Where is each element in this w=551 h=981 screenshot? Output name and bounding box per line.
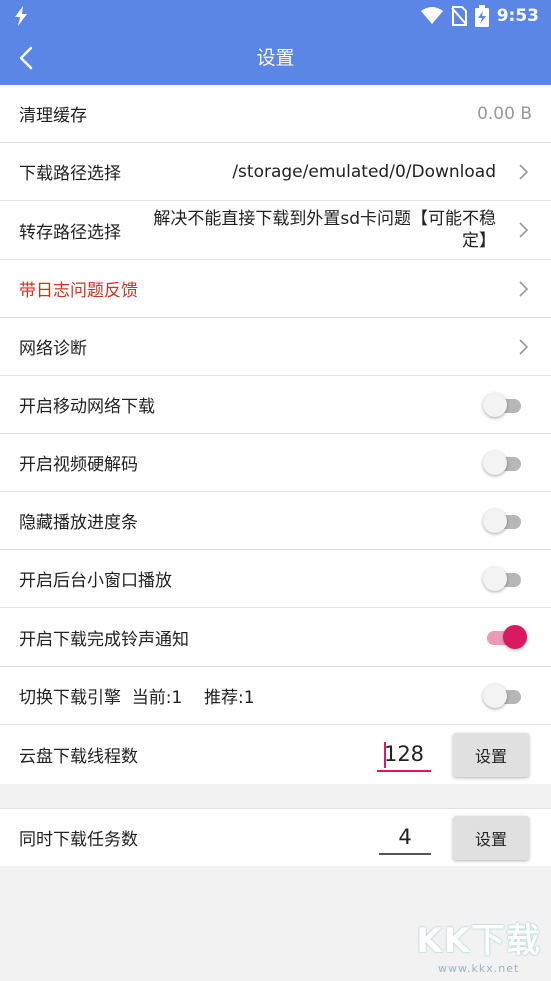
hide-progress-label: 隐藏播放进度条 (19, 513, 138, 533)
toolbar: 设置 (0, 32, 551, 85)
hw-decode-toggle[interactable] (483, 450, 527, 476)
clear-cache-label: 清理缓存 (19, 106, 87, 126)
row-hide-progress: 隐藏播放进度条 (0, 492, 551, 550)
status-bar: 9:53 (0, 0, 551, 32)
wifi-icon (420, 7, 443, 24)
settings-list: 清理缓存 0.00 B 下载路径选择 /storage/emulated/0/D… (0, 85, 551, 866)
mobile-download-label: 开启移动网络下载 (19, 397, 155, 417)
transfer-path-label: 转存路径选择 (19, 222, 121, 243)
ring-notify-label: 开启下载完成铃声通知 (19, 629, 189, 650)
battery-charging-icon (474, 5, 489, 27)
download-path-value: /storage/emulated/0/Download (232, 161, 496, 182)
cloud-threads-label: 云盘下载线程数 (19, 747, 138, 767)
transfer-path-value: 解决不能直接下载到外置sd卡问题【可能不稳定】 (153, 209, 496, 251)
cache-size-value: 0.00 B (477, 103, 532, 124)
hw-decode-label: 开启视频硬解码 (19, 455, 138, 475)
background-window-toggle[interactable] (483, 566, 527, 592)
concurrent-tasks-input[interactable] (379, 820, 431, 855)
chevron-right-icon (519, 338, 529, 355)
watermark-logo: KK下载 (416, 921, 541, 961)
download-engine-label: 切换下载引擎 当前:1 推荐:1 (19, 688, 255, 708)
download-path-label: 下载路径选择 (19, 164, 121, 184)
row-feedback[interactable]: 带日志问题反馈 (0, 260, 551, 318)
network-diagnosis-label: 网络诊断 (19, 339, 87, 359)
page-title: 设置 (256, 47, 295, 69)
row-concurrent-tasks: 同时下载任务数 设置 (0, 808, 551, 866)
hide-progress-toggle[interactable] (483, 508, 527, 534)
chevron-right-icon (519, 222, 529, 238)
no-sim-icon (450, 6, 467, 26)
concurrent-tasks-label: 同时下载任务数 (19, 830, 138, 850)
cloud-threads-set-button[interactable]: 设置 (453, 732, 529, 777)
row-download-path[interactable]: 下载路径选择 /storage/emulated/0/Download (0, 143, 551, 201)
row-download-engine: 切换下载引擎 当前:1 推荐:1 (0, 667, 551, 725)
row-clear-cache[interactable]: 清理缓存 0.00 B (0, 85, 551, 143)
mobile-download-toggle[interactable] (483, 392, 527, 418)
chevron-right-icon (519, 163, 529, 180)
chevron-right-icon (519, 280, 529, 297)
feedback-label: 带日志问题反馈 (19, 281, 138, 301)
row-hw-decode: 开启视频硬解码 (0, 434, 551, 492)
flash-icon (15, 6, 27, 26)
download-engine-toggle[interactable] (483, 683, 527, 709)
watermark-url: www.kkx.net (438, 962, 520, 975)
watermark: KK下载 www.kkx.net (416, 913, 541, 975)
background-window-label: 开启后台小窗口播放 (19, 571, 172, 591)
ring-notify-toggle[interactable] (483, 624, 527, 650)
row-network-diagnosis[interactable]: 网络诊断 (0, 318, 551, 376)
row-background-window: 开启后台小窗口播放 (0, 550, 551, 608)
section-gap (0, 784, 551, 808)
row-transfer-path[interactable]: 转存路径选择 解决不能直接下载到外置sd卡问题【可能不稳定】 (0, 201, 551, 260)
status-time: 9:53 (496, 6, 539, 26)
row-mobile-download: 开启移动网络下载 (0, 376, 551, 434)
cloud-threads-input[interactable] (377, 737, 431, 772)
concurrent-tasks-set-button[interactable]: 设置 (453, 815, 529, 860)
row-ring-notify: 开启下载完成铃声通知 (0, 608, 551, 667)
row-cloud-threads: 云盘下载线程数 设置 (0, 725, 551, 784)
